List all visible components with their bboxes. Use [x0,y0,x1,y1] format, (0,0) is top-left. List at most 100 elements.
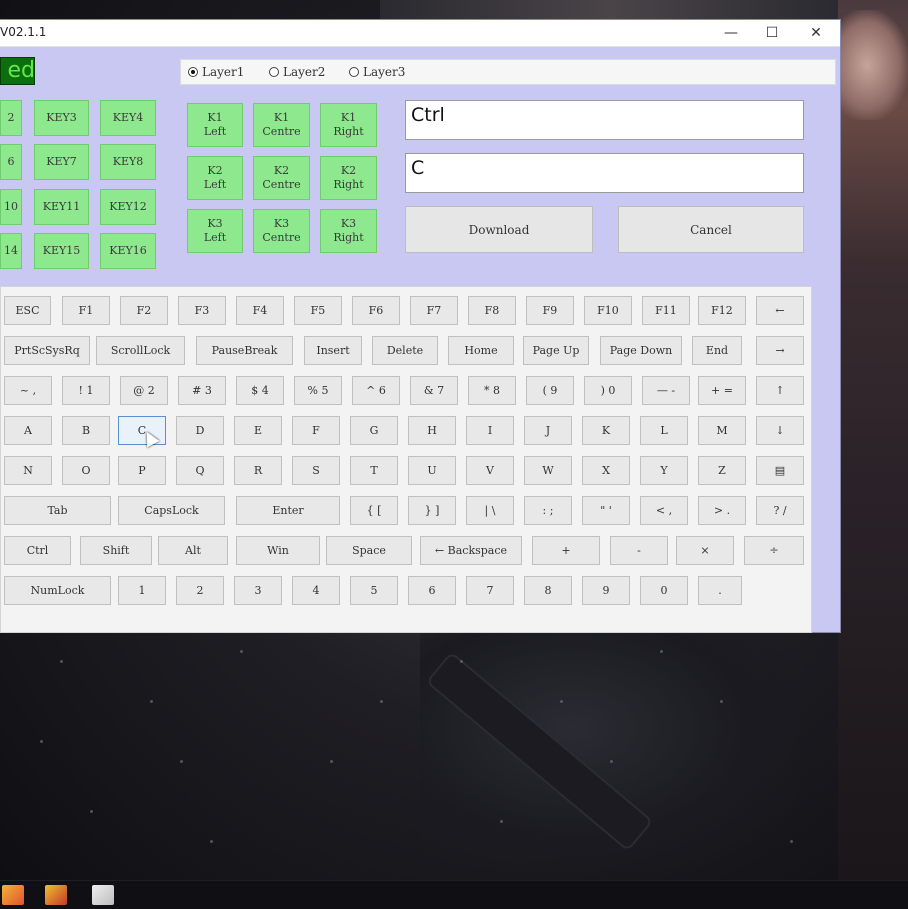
key-9[interactable]: 9 [582,576,630,605]
knob2-centre-button[interactable]: K2 Centre [253,156,310,200]
key-esc[interactable]: ESC [4,296,51,325]
key-u[interactable]: U [408,456,456,485]
key-sym6-7[interactable]: - [610,536,668,565]
knob3-right-button[interactable]: K3 Right [320,209,377,253]
layer3-radio[interactable]: Layer3 [349,65,405,79]
key-backspace[interactable]: ← Backspace [420,536,522,565]
key-a[interactable]: A [4,416,52,445]
key-f3[interactable]: F3 [178,296,226,325]
key-delete[interactable]: Delete [372,336,438,365]
key-sym2-12[interactable]: + = [698,376,746,405]
cancel-button[interactable]: Cancel [618,206,804,253]
key-1[interactable]: 1 [118,576,166,605]
key-b[interactable]: B [62,416,110,445]
taskbar-app-icon[interactable] [45,885,67,905]
key-2[interactable]: 2 [176,576,224,605]
key-h[interactable]: H [408,416,456,445]
key-z[interactable]: Z [698,456,746,485]
knob1-left-button[interactable]: K1 Left [187,103,243,147]
key-w[interactable]: W [524,456,572,485]
key-f8[interactable]: F8 [468,296,516,325]
key-sym2-11[interactable]: — - [642,376,690,405]
key-8[interactable]: * 8 [468,376,516,405]
macro-key[interactable]: 2 [0,100,22,136]
macro-key[interactable]: 10 [0,189,22,225]
key-d[interactable]: D [176,416,224,445]
key-r[interactable]: R [234,456,282,485]
key-i[interactable]: I [466,416,514,445]
key-6[interactable]: ^ 6 [352,376,400,405]
key-sym6-6[interactable]: + [532,536,600,565]
key-ctrl[interactable]: Ctrl [4,536,71,565]
key-2[interactable]: @ 2 [120,376,168,405]
key-page-up[interactable]: Page Up [523,336,589,365]
key-scrolllock[interactable]: ScrollLock [96,336,185,365]
key-field[interactable]: C [405,153,804,193]
knob1-right-button[interactable]: K1 Right [320,103,377,147]
key-sym2-13[interactable]: ↑ [756,376,804,405]
key-home[interactable]: Home [448,336,514,365]
key-insert[interactable]: Insert [304,336,362,365]
key-f12[interactable]: F12 [698,296,746,325]
knob3-left-button[interactable]: K3 Left [187,209,243,253]
key-7[interactable]: 7 [466,576,514,605]
key-sym1-9[interactable]: → [756,336,804,365]
key-5[interactable]: 5 [350,576,398,605]
key-numlock[interactable]: NumLock [4,576,111,605]
knob2-left-button[interactable]: K2 Left [187,156,243,200]
key-p[interactable]: P [118,456,166,485]
key-o[interactable]: O [62,456,110,485]
minimize-button[interactable]: — [716,23,746,43]
key-e[interactable]: E [234,416,282,445]
layer2-radio[interactable]: Layer2 [269,65,325,79]
key-5[interactable]: % 5 [294,376,342,405]
key-f1[interactable]: F1 [62,296,110,325]
key-sym5-6[interactable]: : ; [524,496,572,525]
key-f10[interactable]: F10 [584,296,632,325]
macro-key[interactable]: KEY7 [34,144,89,180]
key-win[interactable]: Win [236,536,320,565]
key-sym5-4[interactable]: } ] [408,496,456,525]
key-0[interactable]: ) 0 [584,376,632,405]
macro-key[interactable]: KEY11 [34,189,89,225]
key-capslock[interactable]: CapsLock [118,496,225,525]
key-4[interactable]: 4 [292,576,340,605]
key-f4[interactable]: F4 [236,296,284,325]
download-button[interactable]: Download [405,206,593,253]
key-s[interactable]: S [292,456,340,485]
macro-key[interactable]: KEY16 [100,233,156,269]
key-pausebreak[interactable]: PauseBreak [196,336,293,365]
key-k[interactable]: K [582,416,630,445]
key-sym5-7[interactable]: " ' [582,496,630,525]
key-q[interactable]: Q [176,456,224,485]
knob3-centre-button[interactable]: K3 Centre [253,209,310,253]
macro-key[interactable]: 14 [0,233,22,269]
knob1-centre-button[interactable]: K1 Centre [253,103,310,147]
key-f11[interactable]: F11 [642,296,690,325]
key-3[interactable]: # 3 [178,376,226,405]
key-alt[interactable]: Alt [158,536,228,565]
macro-key[interactable]: KEY8 [100,144,156,180]
key-f[interactable]: F [292,416,340,445]
key-3[interactable]: 3 [234,576,282,605]
key-0[interactable]: 0 [640,576,688,605]
key-tab[interactable]: Tab [4,496,111,525]
key-j[interactable]: J [524,416,572,445]
key-6[interactable]: 6 [408,576,456,605]
key-sym5-3[interactable]: { [ [350,496,398,525]
key-7[interactable]: & 7 [410,376,458,405]
key-1[interactable]: ! 1 [62,376,110,405]
key-space[interactable]: Space [326,536,412,565]
key-8[interactable]: 8 [524,576,572,605]
key-v[interactable]: V [466,456,514,485]
key-g[interactable]: G [350,416,398,445]
key-4[interactable]: $ 4 [236,376,284,405]
macro-key[interactable]: KEY15 [34,233,89,269]
key-enter[interactable]: Enter [236,496,340,525]
key-sym6-9[interactable]: ÷ [744,536,804,565]
key-page-down[interactable]: Page Down [600,336,682,365]
key-f7[interactable]: F7 [410,296,458,325]
key-x[interactable]: X [582,456,630,485]
key-y[interactable]: Y [640,456,688,485]
key-sym6-8[interactable]: × [676,536,734,565]
